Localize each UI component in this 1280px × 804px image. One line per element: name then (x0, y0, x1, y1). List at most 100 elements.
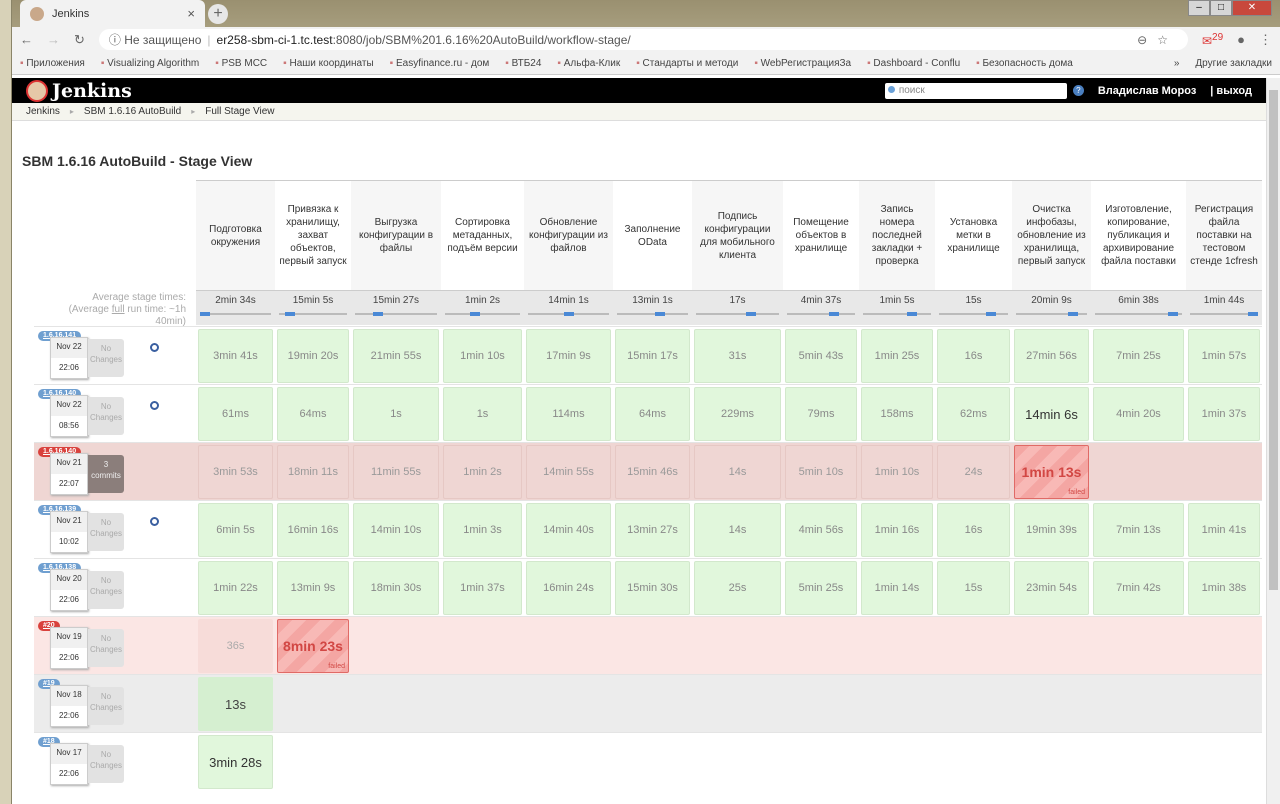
tab-jenkins[interactable]: Jenkins × (20, 0, 205, 27)
bookmark-item[interactable]: Visualizing Algorithm (101, 58, 199, 69)
minimize-button[interactable]: – (1188, 0, 1210, 16)
stage-cell[interactable]: 14s (694, 503, 781, 557)
stage-cell[interactable]: 19min 39s (1014, 503, 1089, 557)
stage-cell[interactable]: 1s (353, 387, 439, 441)
close-tab-icon[interactable]: × (187, 6, 195, 21)
stage-cell[interactable]: 79ms (785, 387, 857, 441)
stage-cell[interactable]: 16min 24s (526, 561, 611, 615)
stage-cell[interactable]: 6min 5s (198, 503, 273, 557)
stage-cell[interactable]: 15s (937, 561, 1010, 615)
scrollbar-thumb[interactable] (1269, 90, 1278, 590)
stage-cell[interactable]: 24s (937, 445, 1010, 499)
stage-cell[interactable]: 229ms (694, 387, 781, 441)
stage-cell[interactable]: 19min 20s (277, 329, 349, 383)
stage-cell[interactable]: 1min 16s (861, 503, 933, 557)
menu-icon[interactable]: ⋮ (1259, 32, 1272, 48)
stage-cell[interactable]: 1min 14s (861, 561, 933, 615)
close-window-button[interactable]: ✕ (1232, 0, 1272, 16)
stage-cell[interactable]: 27min 56s (1014, 329, 1089, 383)
build-date-box[interactable]: Nov 17 22:06 (50, 743, 88, 785)
stage-cell[interactable]: 1min 57s (1188, 329, 1260, 383)
stage-cell[interactable]: 4min 56s (785, 503, 857, 557)
stage-cell[interactable]: 18min 11s (277, 445, 349, 499)
changes-box[interactable]: No Changes (88, 339, 124, 377)
changes-box[interactable]: No Changes (88, 629, 124, 667)
new-tab-button[interactable]: + (208, 4, 228, 24)
stage-cell[interactable]: 18min 30s (353, 561, 439, 615)
vertical-scrollbar[interactable] (1266, 78, 1280, 804)
stage-cell[interactable]: 1min 37s (1188, 387, 1260, 441)
stage-cell[interactable]: 14min 10s (353, 503, 439, 557)
stage-cell[interactable]: 1min 3s (443, 503, 522, 557)
bookmark-item[interactable]: Альфа-Клик (557, 58, 620, 69)
stage-cell[interactable]: 11min 55s (353, 445, 439, 499)
logout-link[interactable]: | выход (1210, 85, 1252, 97)
stage-cell[interactable]: 21min 55s (353, 329, 439, 383)
stage-cell[interactable]: 14min 40s (526, 503, 611, 557)
profile-avatar[interactable]: ● (1237, 32, 1245, 47)
stage-cell[interactable]: 1min 10s (861, 445, 933, 499)
stage-cell[interactable]: 14min 6s (1014, 387, 1089, 441)
stage-cell[interactable]: 1min 37s (443, 561, 522, 615)
stage-cell[interactable]: 64ms (277, 387, 349, 441)
bookmark-item[interactable]: Dashboard - Conflu (867, 58, 960, 69)
stage-cell[interactable]: 13s (198, 677, 273, 731)
changes-box[interactable]: No Changes (88, 397, 124, 435)
stage-cell[interactable]: 14min 55s (526, 445, 611, 499)
stage-cell[interactable]: 1s (443, 387, 522, 441)
changes-box[interactable]: 3 commits (88, 455, 124, 493)
stage-cell[interactable]: 114ms (526, 387, 611, 441)
help-icon[interactable]: ? (1072, 85, 1084, 96)
stage-cell[interactable]: 158ms (861, 387, 933, 441)
changes-box[interactable]: No Changes (88, 513, 124, 551)
build-date-box[interactable]: Nov 22 08:56 (50, 395, 88, 437)
jenkins-logo[interactable]: Jenkins (26, 79, 132, 102)
stage-cell[interactable]: 25s (694, 561, 781, 615)
stage-cell[interactable]: 31s (694, 329, 781, 383)
stage-cell[interactable]: 61ms (198, 387, 273, 441)
stage-cell[interactable]: 7min 13s (1093, 503, 1184, 557)
stage-cell[interactable]: 15min 17s (615, 329, 690, 383)
build-date-box[interactable]: Nov 21 10:02 (50, 511, 88, 553)
stage-cell[interactable]: 3min 53s (198, 445, 273, 499)
other-bookmarks-folder[interactable]: Другие закладки (1195, 58, 1272, 69)
stage-cell[interactable]: 7min 42s (1093, 561, 1184, 615)
bookmark-item[interactable]: ВТБ24 (505, 58, 542, 69)
stage-cell[interactable]: 1min 25s (861, 329, 933, 383)
stage-cell[interactable]: 1min 22s (198, 561, 273, 615)
stage-cell[interactable]: 16s (937, 503, 1010, 557)
stage-cell[interactable]: 4min 20s (1093, 387, 1184, 441)
stage-cell[interactable]: 23min 54s (1014, 561, 1089, 615)
changes-box[interactable]: No Changes (88, 571, 124, 609)
stage-cell[interactable]: 62ms (937, 387, 1010, 441)
breadcrumb-stage-view[interactable]: Full Stage View (205, 106, 274, 117)
changes-box[interactable]: No Changes (88, 687, 124, 725)
stage-cell[interactable]: 5min 25s (785, 561, 857, 615)
bookmark-item[interactable]: PSB MCC (215, 58, 268, 69)
address-bar[interactable]: ⓘ Не защищено | er258-sbm-ci-1.tc.test:808… (98, 29, 1188, 50)
star-icon[interactable]: ☆ (1157, 33, 1178, 47)
bookmark-item[interactable]: Наши координаты (283, 58, 373, 69)
stage-cell[interactable]: 16s (937, 329, 1010, 383)
bookmark-item[interactable]: Стандарты и методи (636, 58, 739, 69)
back-icon[interactable]: ← (20, 32, 33, 47)
changes-box[interactable]: No Changes (88, 745, 124, 783)
stage-cell[interactable]: 5min 43s (785, 329, 857, 383)
stage-cell[interactable]: 15min 30s (615, 561, 690, 615)
stage-cell[interactable]: 1min 41s (1188, 503, 1260, 557)
stage-cell-failed[interactable]: 1min 13s failed (1014, 445, 1089, 499)
stage-cell[interactable]: 15min 46s (615, 445, 690, 499)
breadcrumb-jenkins[interactable]: Jenkins (26, 106, 60, 117)
stage-cell[interactable]: 1min 2s (443, 445, 522, 499)
full-run-link[interactable]: full (112, 304, 125, 315)
stage-cell[interactable]: 36s (198, 619, 273, 673)
bookmark-item[interactable]: WebРегистрацияЗа (754, 58, 851, 69)
stage-cell[interactable]: 13min 9s (277, 561, 349, 615)
build-date-box[interactable]: Nov 22 22:06 (50, 337, 88, 379)
stage-cell[interactable]: 5min 10s (785, 445, 857, 499)
zoom-icon[interactable]: ⊖ (1137, 33, 1157, 47)
forward-icon[interactable]: → (47, 32, 60, 47)
maximize-button[interactable]: □ (1210, 0, 1232, 16)
build-date-box[interactable]: Nov 21 22:07 (50, 453, 88, 495)
stage-cell[interactable]: 1min 38s (1188, 561, 1260, 615)
